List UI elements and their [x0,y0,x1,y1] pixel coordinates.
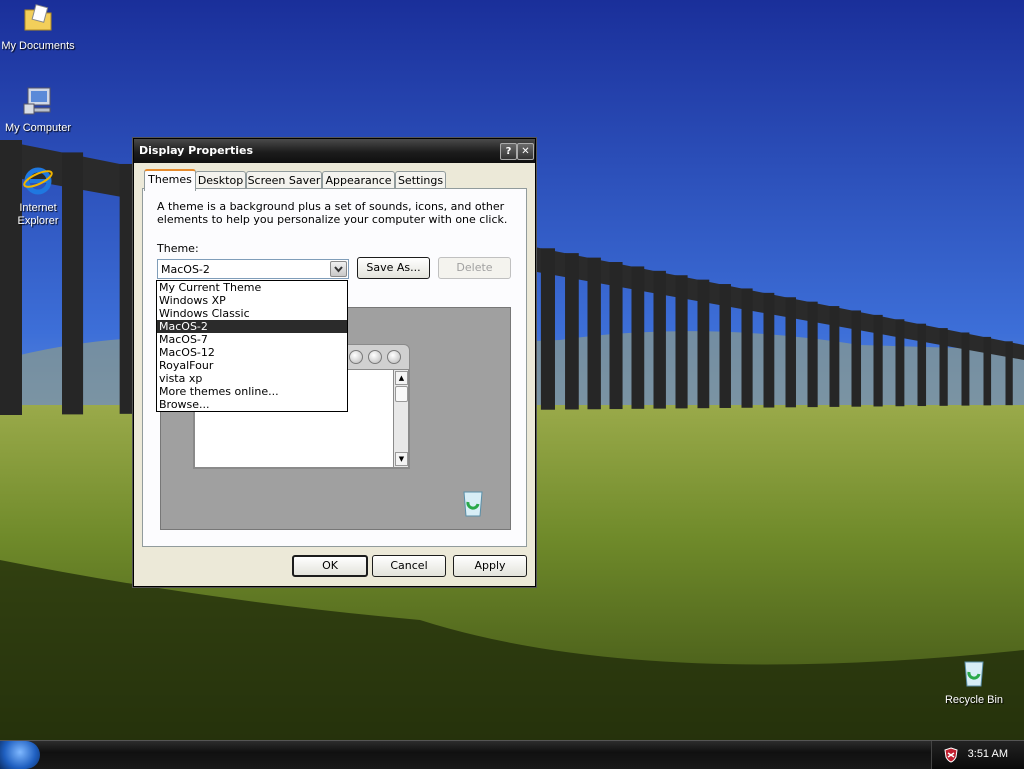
theme-dropdown[interactable]: MacOS-2 [157,259,349,279]
desktop-icon-my-documents[interactable]: My Documents [0,2,78,53]
close-button[interactable]: ✕ [517,143,534,160]
tab-appearance[interactable]: Appearance [322,171,395,189]
theme-option[interactable]: My Current Theme [157,281,347,294]
window-button-icon [368,350,382,364]
recycle-bin-icon [964,661,984,687]
desktop-icon-my-computer[interactable]: My Computer [0,84,78,135]
recycle-bin-icon [463,491,483,517]
clock[interactable]: 3:51 AM [968,748,1008,760]
scroll-thumb [395,386,408,402]
desktop-icon-label: My Computer [4,122,72,134]
start-button[interactable] [0,741,40,769]
window-button-icon [349,350,363,364]
apply-button[interactable]: Apply [453,555,527,577]
theme-option[interactable]: MacOS-12 [157,346,347,359]
tab-desktop[interactable]: Desktop [195,171,246,189]
theme-dropdown-value: MacOS-2 [161,263,210,276]
window-button-icon [387,350,401,364]
theme-option[interactable]: vista xp [157,372,347,385]
theme-option[interactable]: More themes online... [157,385,347,398]
theme-option[interactable]: MacOS-2 [157,320,347,333]
tab-screen-saver[interactable]: Screen Saver [246,171,322,189]
taskbar: 3:51 AM [0,740,1024,769]
cancel-button[interactable]: Cancel [372,555,446,577]
theme-option[interactable]: Windows Classic [157,307,347,320]
system-tray: 3:51 AM [931,741,1024,769]
folder-documents-icon [24,4,52,31]
desktop-icon-label: Recycle Bin [944,694,1004,706]
internet-explorer-icon [23,167,53,195]
delete-button[interactable]: Delete [438,257,511,279]
desktop-icon-label: Internet Explorer [17,202,59,227]
theme-dropdown-list[interactable]: My Current Theme Windows XP Windows Classi… [156,280,348,412]
theme-option[interactable]: MacOS-7 [157,333,347,346]
tab-themes[interactable]: Themes [144,169,196,191]
save-as-button[interactable]: Save As... [357,257,430,279]
theme-option[interactable]: RoyalFour [157,359,347,372]
dialog-title-bar[interactable]: Display Properties ? ✕ [134,139,535,163]
scroll-up-icon: ▲ [395,371,408,385]
scroll-down-icon: ▼ [395,452,408,466]
desktop-icon-recycle-bin[interactable]: Recycle Bin [934,656,1014,707]
theme-option[interactable]: Windows XP [157,294,347,307]
computer-icon [23,87,51,115]
tab-settings[interactable]: Settings [395,171,446,189]
desktop-icon-label: My Documents [1,40,75,52]
desktop-icon-internet-explorer[interactable]: Internet Explorer [0,164,78,228]
ok-button[interactable]: OK [292,555,368,577]
help-button[interactable]: ? [500,143,517,160]
theme-label: Theme: [157,242,199,255]
security-shield-icon[interactable] [944,747,958,763]
preview-scrollbar: ▲ ▼ [393,369,409,468]
theme-option[interactable]: Browse... [157,398,347,411]
chevron-down-icon[interactable] [330,261,347,277]
dialog-title: Display Properties [139,144,254,157]
theme-description: A theme is a background plus a set of so… [157,200,508,226]
